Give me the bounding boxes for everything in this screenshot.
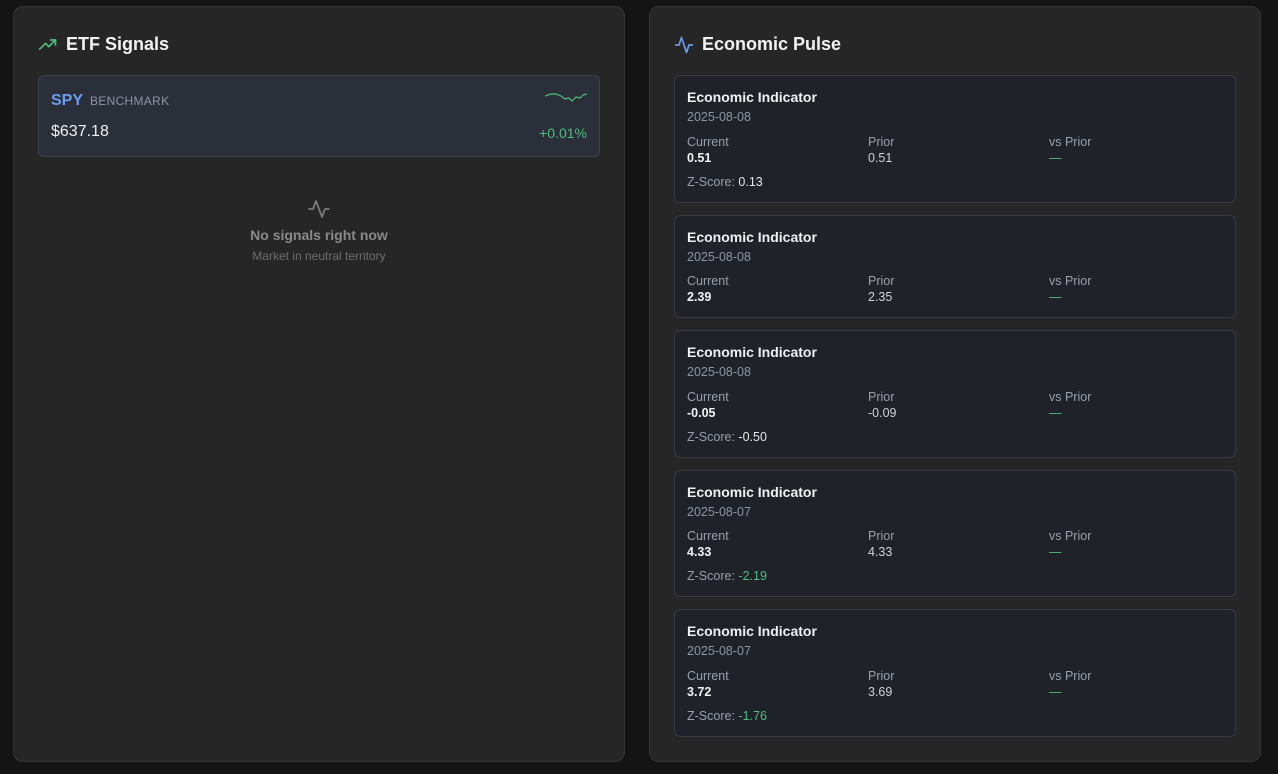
indicator-name: Economic Indicator — [687, 623, 817, 639]
indicator-card[interactable]: Economic Indicator 2025-08-07 Current 4.… — [674, 470, 1236, 597]
benchmark-tag: BENCHMARK — [90, 94, 170, 108]
vs-prior-column: vs Prior — — [1049, 669, 1091, 699]
activity-icon — [308, 200, 330, 218]
current-value: 3.72 — [687, 685, 712, 699]
zscore-value: -2.19 — [738, 569, 767, 583]
economic-pulse-header: Economic Pulse — [674, 34, 841, 55]
current-value: 2.39 — [687, 290, 712, 304]
indicator-name: Economic Indicator — [687, 484, 817, 500]
indicator-date: 2025-08-08 — [687, 365, 751, 379]
current-column: Current 0.51 — [687, 135, 729, 165]
prior-column: Prior 0.51 — [868, 135, 894, 165]
vs-prior-value: — — [1049, 151, 1062, 165]
zscore-row: Z-Score: -0.50 — [687, 430, 767, 444]
indicator-date: 2025-08-07 — [687, 644, 751, 658]
vs-prior-value: — — [1049, 685, 1062, 699]
activity-icon — [674, 36, 694, 53]
vs-prior-column: vs Prior — — [1049, 274, 1091, 304]
etf-signals-header: ETF Signals — [38, 34, 169, 55]
zscore-label: Z-Score: — [687, 430, 735, 444]
prior-value: 4.33 — [868, 545, 893, 559]
indicator-name: Economic Indicator — [687, 344, 817, 360]
current-value: 0.51 — [687, 151, 712, 165]
prior-value: -0.09 — [868, 406, 897, 420]
vs-prior-label: vs Prior — [1049, 274, 1092, 288]
prior-value: 3.69 — [868, 685, 893, 699]
vs-prior-label: vs Prior — [1049, 669, 1092, 683]
empty-state-title: No signals right now — [250, 227, 388, 243]
current-column: Current -0.05 — [687, 390, 729, 420]
vs-prior-column: vs Prior — — [1049, 529, 1091, 559]
economic-pulse-title: Economic Pulse — [702, 34, 842, 54]
prior-label: Prior — [868, 390, 895, 404]
indicator-card[interactable]: Economic Indicator 2025-08-07 Current 3.… — [674, 609, 1236, 737]
vs-prior-column: vs Prior — — [1049, 390, 1091, 420]
zscore-value: 0.13 — [738, 175, 763, 189]
zscore-value: -0.50 — [738, 430, 767, 444]
indicator-card[interactable]: Economic Indicator 2025-08-08 Current 2.… — [674, 215, 1236, 318]
current-column: Current 4.33 — [687, 529, 729, 559]
prior-label: Prior — [868, 529, 895, 543]
vs-prior-value: — — [1049, 545, 1062, 559]
current-value: -0.05 — [687, 406, 716, 420]
indicator-date: 2025-08-08 — [687, 250, 751, 264]
prior-value: 2.35 — [868, 290, 893, 304]
prior-label: Prior — [868, 669, 895, 683]
prior-column: Prior 4.33 — [868, 529, 894, 559]
current-column: Current 3.72 — [687, 669, 729, 699]
zscore-row: Z-Score: -2.19 — [687, 569, 767, 583]
trending-up-icon — [38, 38, 57, 50]
benchmark-card[interactable]: SPY BENCHMARK $637.18 +0.01% — [38, 75, 600, 157]
zscore-label: Z-Score: — [687, 709, 735, 723]
zscore-row: Z-Score: 0.13 — [687, 175, 763, 189]
current-label: Current — [687, 390, 729, 404]
etf-signals-title: ETF Signals — [66, 34, 170, 54]
economic-pulse-panel: Economic Pulse Economic Indicator 2025-0… — [649, 6, 1261, 762]
vs-prior-value: — — [1049, 290, 1062, 304]
prior-label: Prior — [868, 135, 895, 149]
prior-column: Prior -0.09 — [868, 390, 897, 420]
vs-prior-label: vs Prior — [1049, 135, 1092, 149]
benchmark-price: $637.18 — [51, 123, 109, 140]
indicator-date: 2025-08-07 — [687, 505, 751, 519]
zscore-label: Z-Score: — [687, 569, 735, 583]
indicator-name: Economic Indicator — [687, 89, 817, 105]
zscore-value: -1.76 — [738, 709, 767, 723]
prior-label: Prior — [868, 274, 895, 288]
etf-signals-panel: ETF Signals SPY BENCHMARK $637.18 +0.01%… — [13, 6, 625, 762]
indicator-card[interactable]: Economic Indicator 2025-08-08 Current 0.… — [674, 75, 1236, 203]
vs-prior-column: vs Prior — — [1049, 135, 1091, 165]
current-label: Current — [687, 529, 729, 543]
current-label: Current — [687, 274, 729, 288]
benchmark-change: +0.01% — [539, 125, 587, 141]
vs-prior-label: vs Prior — [1049, 390, 1092, 404]
current-label: Current — [687, 669, 729, 683]
prior-value: 0.51 — [868, 151, 893, 165]
vs-prior-value: — — [1049, 406, 1062, 420]
current-label: Current — [687, 135, 729, 149]
current-column: Current 2.39 — [687, 274, 729, 304]
benchmark-ticker: SPY — [51, 92, 84, 109]
current-value: 4.33 — [687, 545, 712, 559]
prior-column: Prior 2.35 — [868, 274, 894, 304]
prior-column: Prior 3.69 — [868, 669, 894, 699]
zscore-row: Z-Score: -1.76 — [687, 709, 767, 723]
zscore-label: Z-Score: — [687, 175, 735, 189]
sparkline-chart — [545, 93, 587, 102]
vs-prior-label: vs Prior — [1049, 529, 1092, 543]
empty-state-subtitle: Market in neutral territory — [252, 249, 386, 263]
indicator-date: 2025-08-08 — [687, 110, 751, 124]
indicator-name: Economic Indicator — [687, 229, 817, 245]
indicator-card[interactable]: Economic Indicator 2025-08-08 Current -0… — [674, 330, 1236, 458]
empty-state: No signals right now Market in neutral t… — [14, 197, 624, 263]
